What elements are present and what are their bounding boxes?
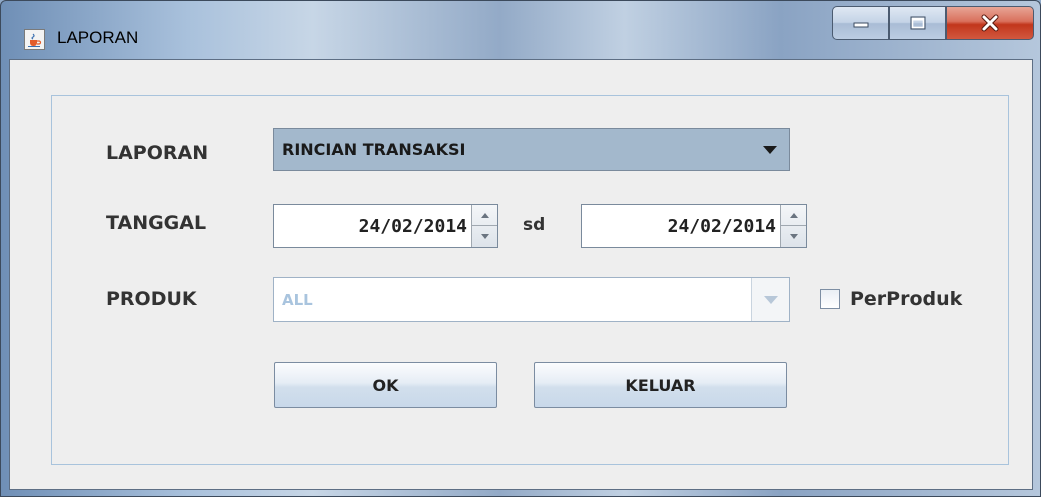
minimize-icon xyxy=(853,22,868,28)
tanggal-from-spin-buttons xyxy=(471,205,497,247)
produk-combo[interactable]: ALL xyxy=(273,277,790,322)
java-cup-icon[interactable] xyxy=(24,29,45,50)
tanggal-to-spinner[interactable]: 24/02/2014 xyxy=(581,204,807,248)
laporan-label: LAPORAN xyxy=(106,142,209,164)
arrow-down-icon xyxy=(480,234,489,239)
tanggal-to-increment[interactable] xyxy=(781,205,806,226)
close-button[interactable] xyxy=(946,6,1034,40)
laporan-combo-value: RINCIAN TRANSAKSI xyxy=(282,140,466,159)
perproduk-checkbox[interactable] xyxy=(820,289,840,309)
close-icon xyxy=(981,14,999,32)
laporan-combo[interactable]: RINCIAN TRANSAKSI xyxy=(273,128,790,171)
produk-combo-value: ALL xyxy=(282,290,313,309)
minimize-button[interactable] xyxy=(832,6,889,40)
produk-dropdown-button[interactable] xyxy=(751,278,789,321)
laporan-dropdown-button[interactable] xyxy=(751,129,789,170)
tanggal-label: TANGGAL xyxy=(106,212,207,234)
window-controls xyxy=(832,6,1034,46)
tanggal-separator: sd xyxy=(523,215,546,235)
window-title: LAPORAN xyxy=(57,28,139,47)
arrow-up-icon xyxy=(789,212,798,218)
chevron-down-icon xyxy=(763,295,778,304)
tanggal-from-decrement[interactable] xyxy=(472,226,497,247)
tanggal-to-decrement[interactable] xyxy=(781,226,806,247)
arrow-up-icon xyxy=(480,212,489,218)
ok-button[interactable]: OK xyxy=(274,362,497,408)
keluar-button[interactable]: KELUAR xyxy=(534,362,787,408)
content-area: LAPORAN RINCIAN TRANSAKSI TANGGAL 24/02/… xyxy=(9,59,1033,490)
maximize-icon xyxy=(910,16,925,30)
tanggal-to-spin-buttons xyxy=(780,205,806,247)
title-bar[interactable]: LAPORAN xyxy=(1,1,1040,59)
tanggal-to-value: 24/02/2014 xyxy=(667,215,776,237)
tanggal-from-increment[interactable] xyxy=(472,205,497,226)
perproduk-label[interactable]: PerProduk xyxy=(850,288,962,310)
tanggal-from-spinner[interactable]: 24/02/2014 xyxy=(273,204,498,248)
produk-label: PRODUK xyxy=(106,288,197,310)
maximize-button[interactable] xyxy=(889,6,946,40)
chevron-down-icon xyxy=(763,145,777,154)
laporan-window: LAPORAN LAPORAN RINCIAN TRANSAKSI TANGGA… xyxy=(0,0,1041,497)
tanggal-from-value: 24/02/2014 xyxy=(358,215,467,237)
arrow-down-icon xyxy=(789,234,798,239)
